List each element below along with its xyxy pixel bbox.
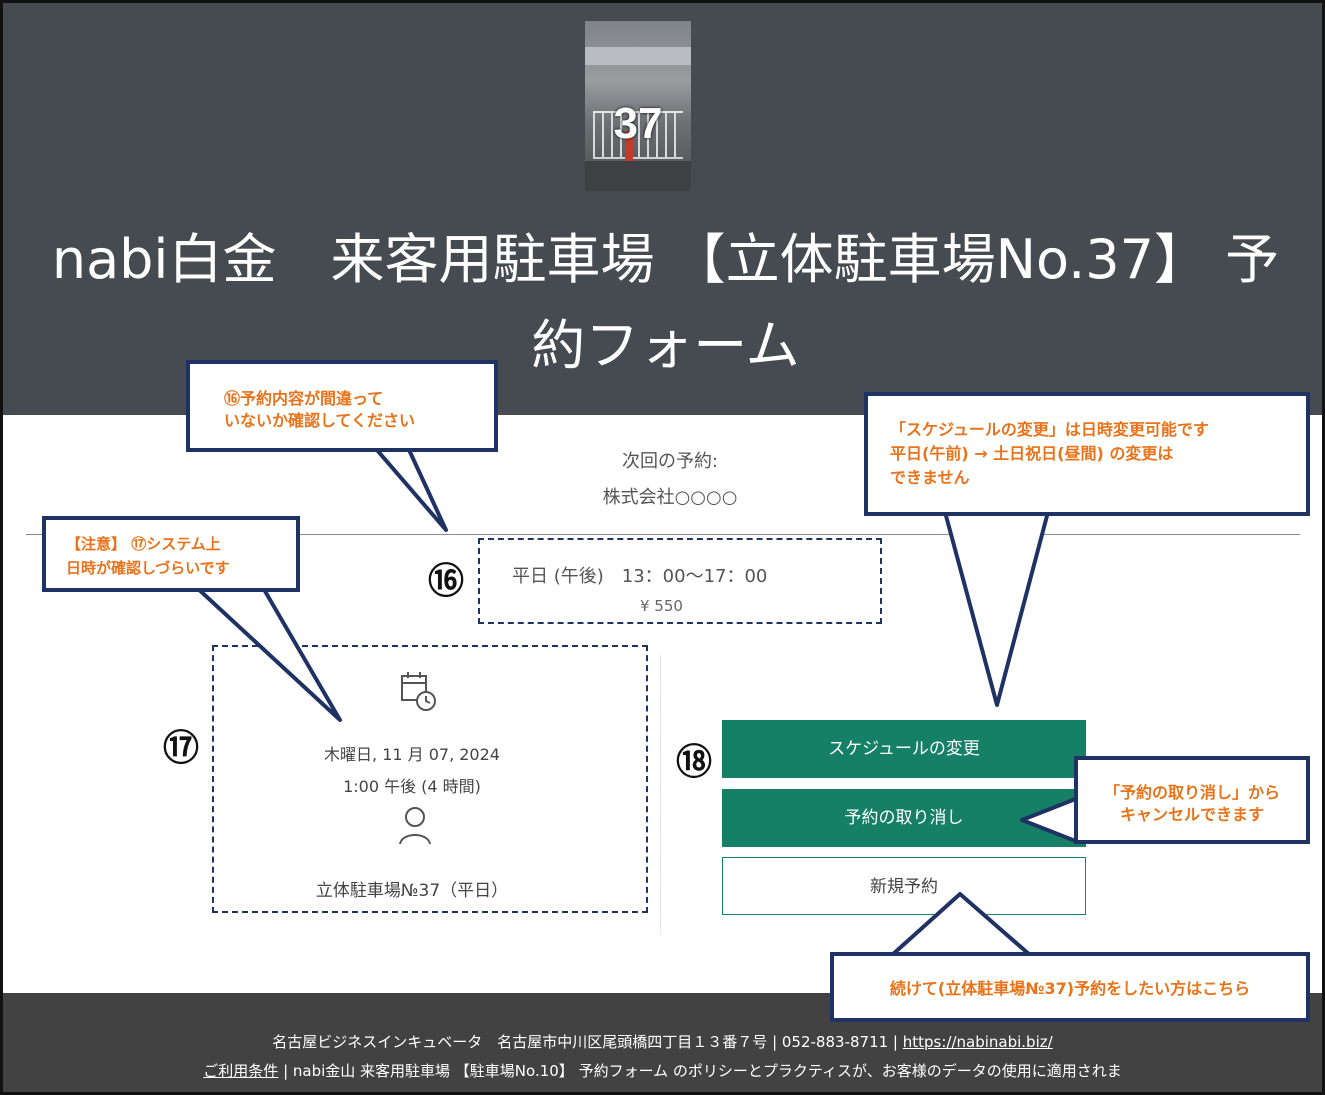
screenshot-frame — [0, 0, 1325, 1095]
